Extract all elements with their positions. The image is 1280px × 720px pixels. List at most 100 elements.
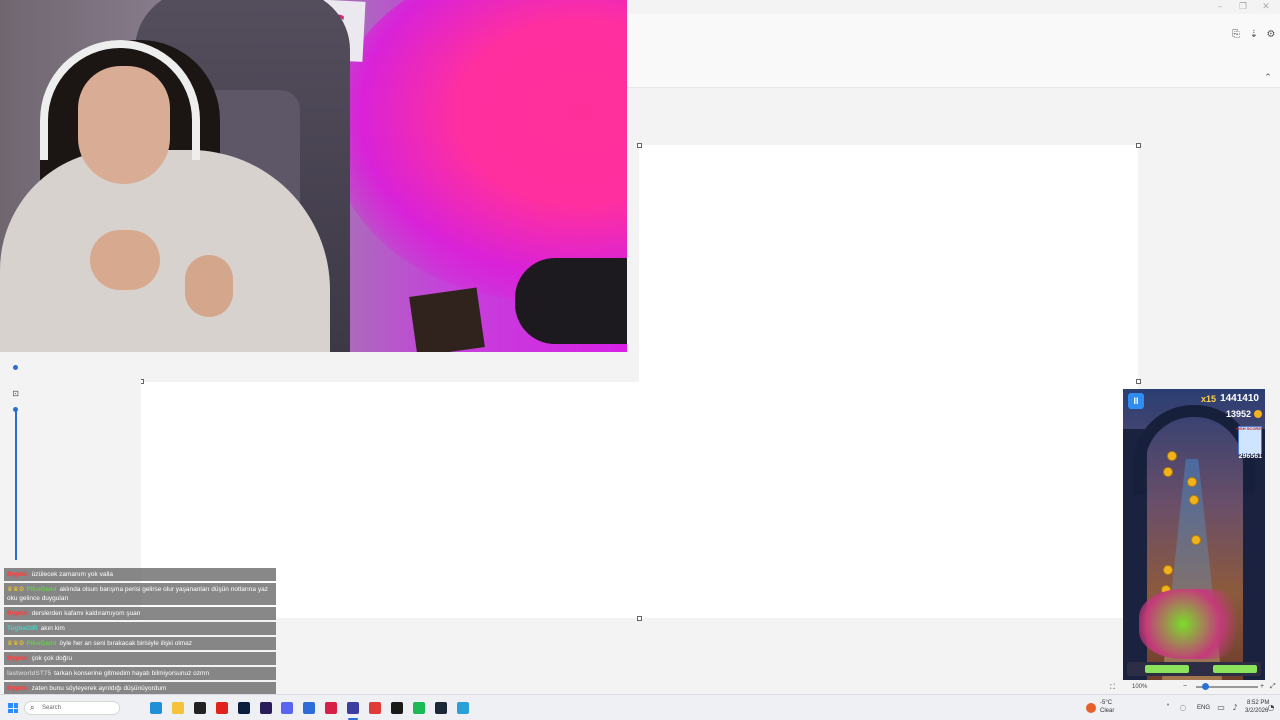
chevron-up-icon[interactable]: ˄ — [1163, 703, 1173, 713]
minimize-button[interactable]: – — [1213, 1, 1227, 13]
taskbar-app-discord-icon[interactable] — [281, 702, 294, 714]
taskbar-app-vpn-icon[interactable] — [347, 702, 360, 714]
game-coin — [1191, 535, 1201, 545]
chat-username[interactable]: PikoGami — [26, 586, 56, 593]
taskbar-app-explorer-icon[interactable] — [171, 702, 184, 714]
taskbar-app-obs-icon[interactable] — [193, 702, 206, 714]
weather-temp: -5°C — [1100, 700, 1113, 706]
taskbar-app-ae-icon[interactable] — [259, 702, 272, 714]
game-coin — [1187, 477, 1197, 487]
game-score: 1441410 — [1220, 393, 1259, 404]
selection-handle[interactable] — [637, 616, 642, 621]
pause-button[interactable]: II — [1128, 393, 1144, 409]
selection-handle[interactable] — [637, 143, 642, 148]
document-page-lower[interactable] — [141, 382, 1138, 618]
clock-date[interactable]: 3/2/2026 — [1245, 708, 1268, 715]
game-coin — [1167, 451, 1177, 461]
chat-username[interactable]: lastworldST75 — [7, 670, 51, 677]
chat-message: TugbaGlR akın kim — [4, 622, 276, 635]
taskbar-search[interactable]: ⌕ Search — [24, 701, 120, 715]
chat-username[interactable]: Byplol. — [7, 610, 29, 617]
status-bar: ⛶ 100% − + ⤢ — [1100, 680, 1280, 694]
share-icon[interactable]: ⎘ — [1229, 28, 1243, 42]
high-score-label: HIGH SCORE — [1235, 426, 1261, 431]
chat-text: öyle her an seni bırakacak birisiyle ili… — [59, 640, 193, 647]
weather-icon[interactable] — [1086, 703, 1096, 713]
volume-icon[interactable]: ♪ — [1230, 703, 1240, 713]
game-coin-count: 13952 — [1225, 409, 1251, 419]
taskbar-app-opera-icon[interactable] — [325, 702, 338, 714]
chat-username[interactable]: Byplol. — [7, 571, 29, 578]
restore-button[interactable]: ❐ — [1236, 1, 1250, 13]
coin-icon — [1254, 410, 1262, 418]
webcam-overlay: MC — [0, 0, 627, 352]
title-bar: – ❐ ✕ — [627, 0, 1280, 14]
chat-text: tarkan konserine gitmedim hayatı bilmiyo… — [54, 670, 210, 677]
chat-username[interactable]: TugbaGlR — [7, 625, 38, 632]
close-button[interactable]: ✕ — [1259, 1, 1273, 13]
chat-username[interactable]: Byplol. — [7, 655, 29, 662]
taskbar-app-photoshop-icon[interactable] — [237, 702, 250, 714]
taskbar-app-adobe-icon[interactable] — [215, 702, 228, 714]
high-score-value: 296561 — [1238, 453, 1262, 460]
monitor-icon[interactable]: ▭ — [1216, 703, 1226, 713]
taskbar-app-edge-icon[interactable] — [150, 702, 162, 714]
ring-light-glow — [330, 0, 627, 300]
taskbar-app-spotify-icon[interactable] — [412, 702, 425, 714]
taskbar-app-opera-gx-icon[interactable] — [369, 702, 381, 714]
zoom-in-button[interactable]: + — [1260, 683, 1264, 690]
chat-message: Byplol. çok çok doğru — [4, 652, 276, 665]
taskbar-app-capcut-icon[interactable] — [390, 702, 403, 714]
vertical-ruler: ⊡ — [0, 352, 141, 564]
weather-desc: Clear — [1100, 708, 1115, 714]
chat-message: ♛♛⚙ PikoGami aklında olsun barışma perisi … — [4, 583, 276, 605]
zoom-slider-thumb[interactable] — [1202, 683, 1209, 690]
search-placeholder: Search — [42, 705, 62, 711]
chat-text: derslerden kafamı kaldıramıyom şuan — [31, 610, 141, 617]
background-sign — [409, 287, 485, 352]
chat-username[interactable]: Byplol. — [7, 685, 29, 692]
network-icon[interactable]: ◌ — [1178, 703, 1188, 713]
chat-message: Byplol. derslerden kafamı kaldıramıyom şu… — [4, 607, 276, 620]
score-multiplier: x15 — [1201, 394, 1217, 404]
game-coin — [1163, 467, 1173, 477]
language-indicator[interactable]: ENG — [1197, 705, 1210, 712]
chat-text: akın kim — [40, 625, 65, 632]
chat-username[interactable]: PikoGami — [26, 640, 56, 647]
chat-text: üzülecek zamanım yok valla — [31, 571, 113, 578]
chat-text: çok çok doğru — [31, 655, 73, 662]
taskbar-app-steam-icon[interactable] — [434, 702, 447, 714]
chat-overlay: Byplol. üzülecek zamanım yok valla ♛♛⚙ Piko… — [4, 568, 276, 712]
selection-handle[interactable] — [1136, 379, 1141, 384]
chat-text: zaten bunu söyleyerek ayrıldığı düşünüyo… — [31, 685, 167, 692]
ruler-range-bar[interactable] — [15, 410, 17, 560]
fit-page-icon[interactable]: ⛶ — [1110, 683, 1115, 692]
zoom-out-button[interactable]: − — [1183, 683, 1187, 690]
powerup-fill — [1213, 665, 1257, 673]
notification-bell-icon[interactable]: ◔ — [1266, 703, 1276, 713]
taskbar: ⌕ Search -5°C Clear ˄ ◌ ENG ▭ ♪ 8:52 PM … — [0, 694, 1280, 720]
search-icon: ⌕ — [30, 703, 35, 712]
game-coin — [1163, 565, 1173, 575]
game-paint-splash — [1139, 589, 1249, 659]
document-page[interactable] — [639, 145, 1138, 382]
bell-icon[interactable]: ⇣ — [1247, 28, 1261, 42]
selection-handle[interactable] — [1136, 143, 1141, 148]
zoom-level[interactable]: 100% — [1132, 684, 1147, 690]
collapse-ribbon-button[interactable]: ⌃ — [1262, 72, 1274, 84]
lock-icon[interactable]: ⊡ — [11, 389, 20, 398]
chat-message: ♛♛⚙ PikoGami öyle her an seni bırakacak bi… — [4, 637, 276, 650]
chat-message: Byplol. üzülecek zamanım yok valla — [4, 568, 276, 581]
gear-icon[interactable]: ⚙ — [1264, 28, 1278, 42]
game-overlay: II x15 1441410 13952 HIGH SCORE 296561 — [1123, 389, 1265, 680]
fullscreen-icon[interactable]: ⤢ — [1270, 682, 1276, 691]
chat-message: lastworldST75 tarkan konserine gitmedim h… — [4, 667, 276, 680]
ruler-marker[interactable] — [13, 365, 18, 370]
chat-badge-icons: ♛♛⚙ — [7, 586, 25, 593]
streamer-hand — [90, 230, 160, 290]
windows-icon[interactable] — [8, 703, 18, 713]
streamer-hand — [185, 255, 233, 317]
taskbar-app-word-icon[interactable] — [303, 702, 316, 714]
taskbar-app-globe-icon[interactable] — [456, 702, 469, 714]
microphone — [515, 258, 627, 344]
